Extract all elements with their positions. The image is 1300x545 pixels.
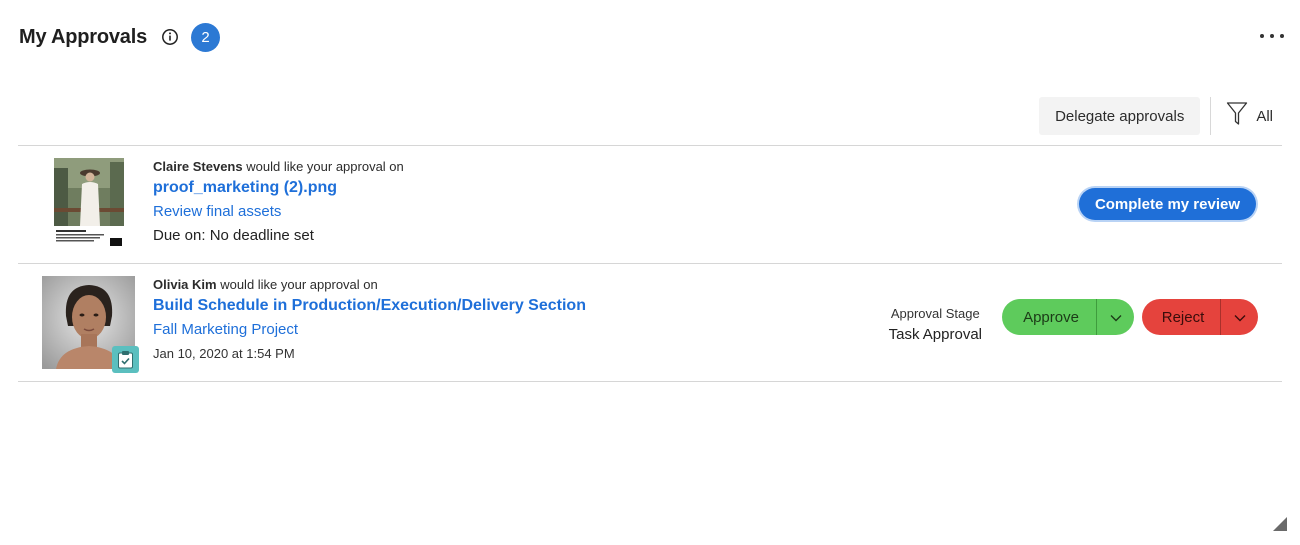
- approve-button[interactable]: Approve: [1002, 299, 1096, 335]
- requester-line: Claire Stevens would like your approval …: [153, 158, 404, 176]
- request-text: would like your approval on: [246, 159, 404, 174]
- toolbar: Delegate approvals All: [1039, 97, 1281, 135]
- reject-split-button: Reject: [1142, 299, 1258, 335]
- project-link[interactable]: Review final assets: [153, 200, 404, 224]
- chevron-down-icon: [1234, 310, 1246, 325]
- complete-my-review-button[interactable]: Complete my review: [1078, 188, 1256, 220]
- page-title: My Approvals: [19, 25, 148, 48]
- filter-dropdown[interactable]: All: [1226, 97, 1281, 135]
- info-icon[interactable]: [161, 28, 179, 46]
- submitted-date: Jan 10, 2020 at 1:54 PM: [153, 346, 295, 361]
- requester-name: Claire Stevens: [153, 159, 243, 174]
- requester-name: Olivia Kim: [153, 277, 217, 292]
- approval-info: Claire Stevens would like your approval …: [153, 158, 404, 248]
- header: My Approvals 2: [19, 22, 221, 52]
- funnel-icon: [1226, 101, 1248, 132]
- due-date: Due on: No deadline set: [153, 227, 314, 244]
- more-options-icon[interactable]: [1260, 26, 1284, 46]
- item-link[interactable]: Build Schedule in Production/Execution/D…: [153, 294, 586, 318]
- approval-row: Claire Stevens would like your approval …: [18, 146, 1282, 263]
- chevron-down-icon: [1110, 310, 1122, 325]
- reject-button[interactable]: Reject: [1142, 299, 1220, 335]
- approval-stage: Approval Stage Task Approval: [889, 304, 982, 346]
- toolbar-divider: [1210, 97, 1212, 135]
- project-link[interactable]: Fall Marketing Project: [153, 318, 586, 342]
- approve-options-button[interactable]: [1096, 299, 1134, 335]
- approve-split-button: Approve: [1002, 299, 1134, 335]
- delegate-approvals-button[interactable]: Delegate approvals: [1039, 97, 1201, 135]
- file-thumbnail[interactable]: [54, 158, 124, 250]
- request-text: would like your approval on: [220, 277, 378, 292]
- reject-options-button[interactable]: [1220, 299, 1258, 335]
- requester-line: Olivia Kim would like your approval on: [153, 276, 586, 294]
- resize-handle[interactable]: [1273, 517, 1287, 531]
- stage-value: Task Approval: [888, 326, 982, 343]
- item-link[interactable]: proof_marketing (2).png: [153, 176, 404, 200]
- filter-label: All: [1256, 107, 1273, 125]
- stage-label: Approval Stage: [890, 306, 980, 321]
- approval-row: Olivia Kim would like your approval on B…: [18, 264, 1282, 381]
- clipboard-check-icon: [112, 346, 139, 373]
- count-badge: 2: [191, 22, 221, 52]
- divider: [18, 381, 1282, 382]
- approval-info: Olivia Kim would like your approval on B…: [153, 276, 586, 366]
